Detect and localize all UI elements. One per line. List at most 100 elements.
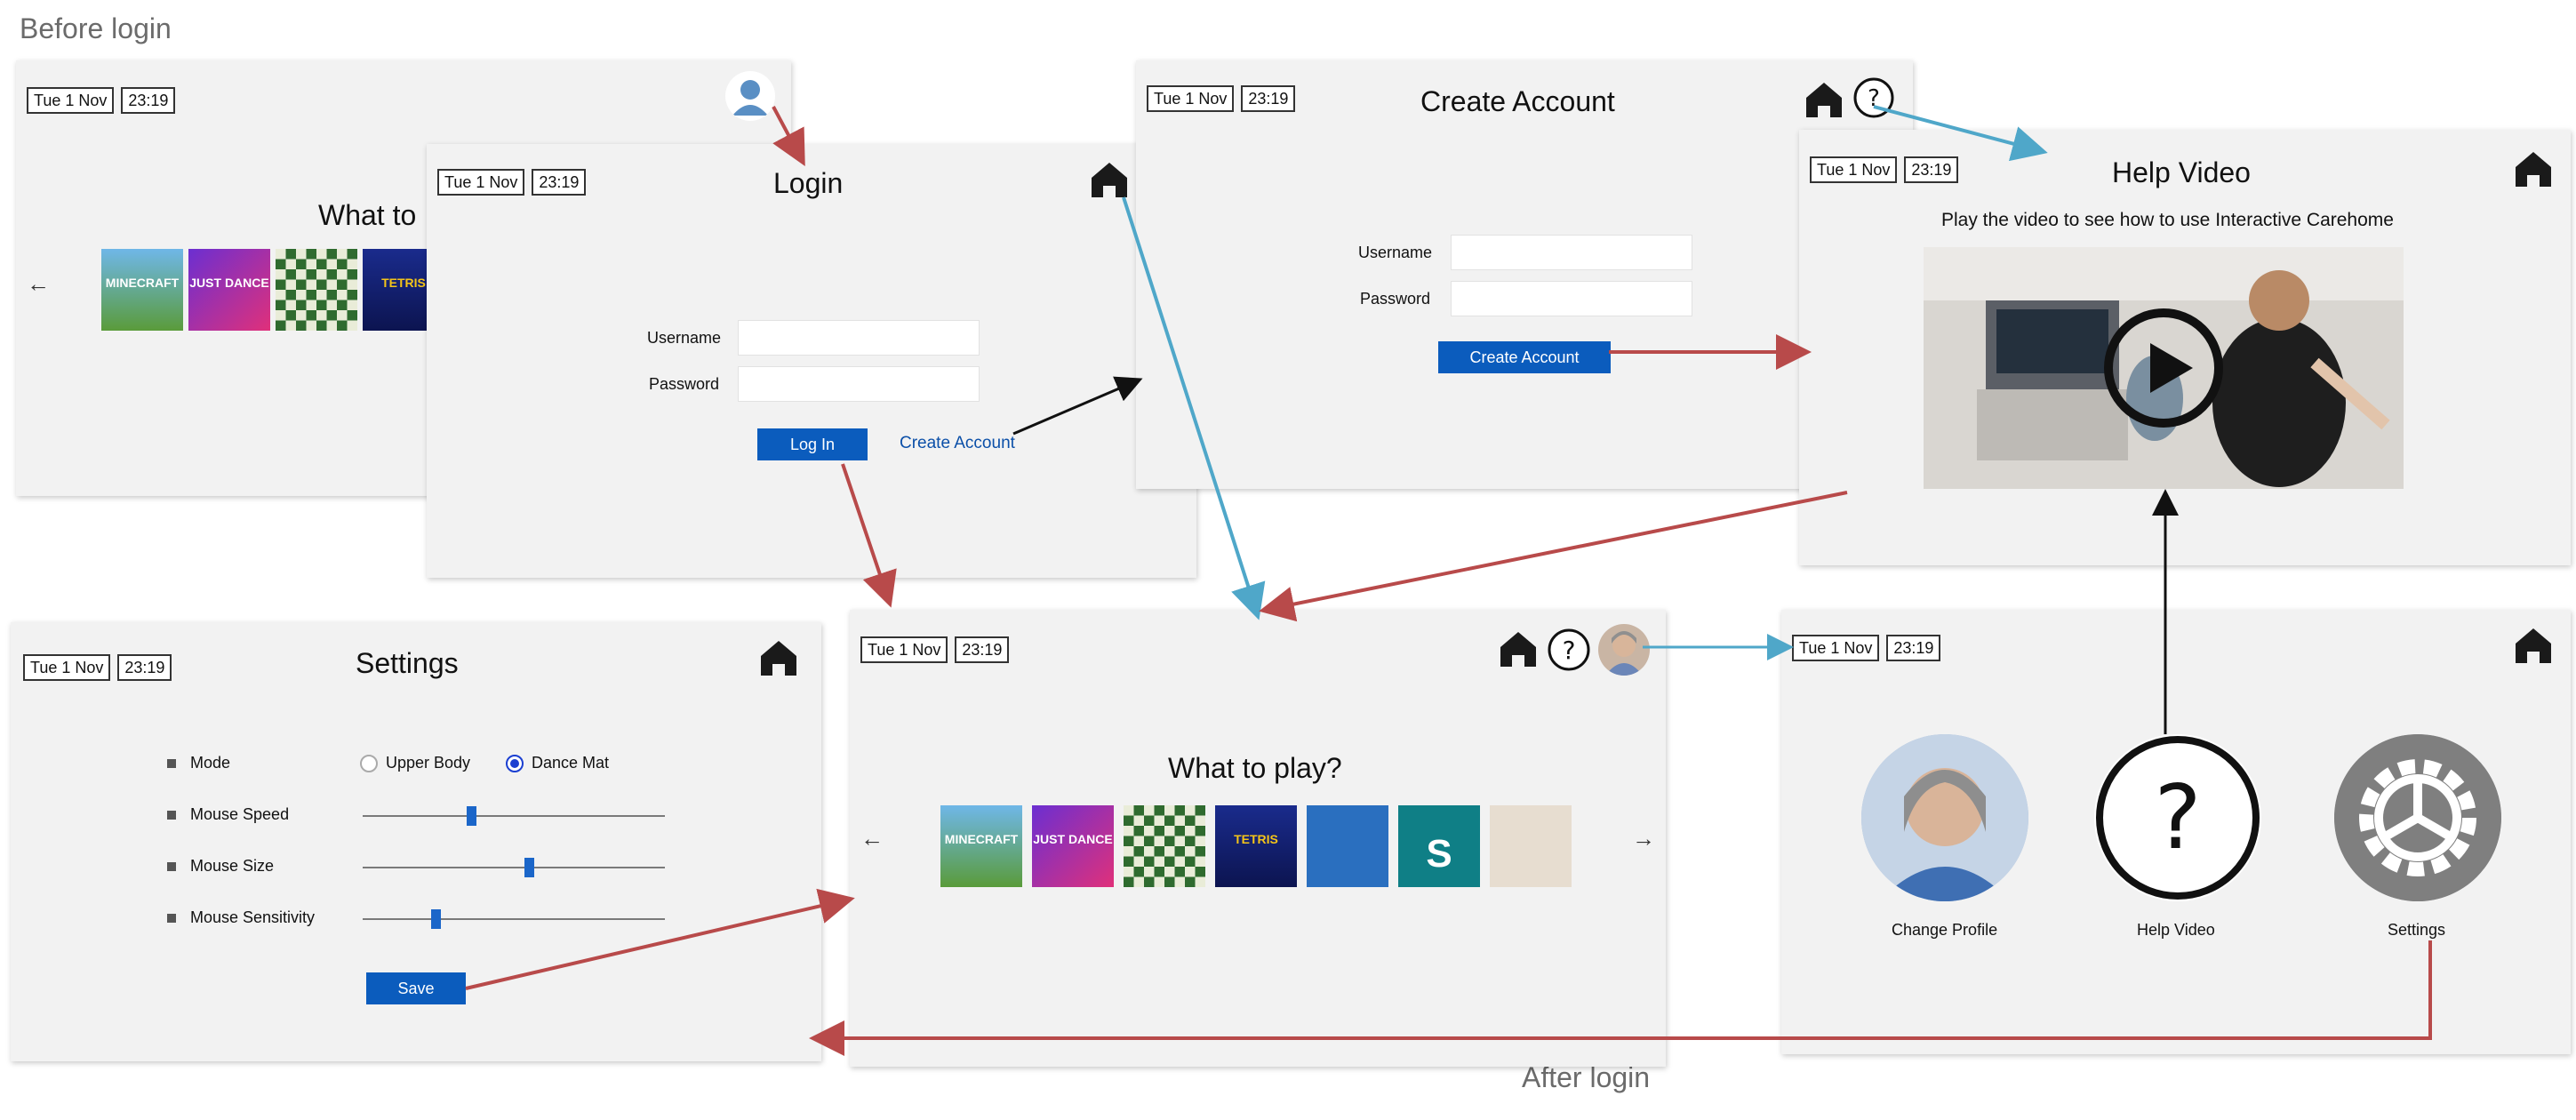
home-icon[interactable] xyxy=(1499,629,1538,673)
username-label: Username xyxy=(647,329,722,347)
settings-screen: Tue 1 Nov 23:19 Settings Mode Upper Body… xyxy=(11,622,821,1061)
dance-mat-label: Dance Mat xyxy=(532,754,610,772)
time-badge: 23:19 xyxy=(955,636,1010,663)
profile-avatar[interactable] xyxy=(1598,624,1650,676)
settings-gear-icon[interactable] xyxy=(2334,734,2501,901)
home-icon[interactable] xyxy=(2514,626,2553,669)
timestamp: Tue 1 Nov 23:19 xyxy=(437,169,587,196)
date-badge: Tue 1 Nov xyxy=(23,654,111,681)
video-subtitle: Play the video to see how to use Interac… xyxy=(1941,210,2394,230)
help-icon[interactable]: ? xyxy=(1852,76,1895,124)
home-icon[interactable] xyxy=(1090,160,1129,204)
home-icon[interactable] xyxy=(1804,80,1844,124)
login-screen: Tue 1 Nov 23:19 Login Username Password … xyxy=(427,144,1196,578)
password-field[interactable] xyxy=(738,366,980,402)
password-field[interactable] xyxy=(1451,281,1692,316)
save-button[interactable]: Save xyxy=(366,972,466,1004)
scroll-left-button[interactable]: ← xyxy=(27,270,50,298)
settings-label[interactable]: Settings xyxy=(2388,921,2445,940)
game-tile[interactable]: JUST DANCE xyxy=(1032,805,1114,887)
home-icon[interactable] xyxy=(759,638,798,682)
date-badge: Tue 1 Nov xyxy=(1147,85,1235,112)
date-badge: Tue 1 Nov xyxy=(860,636,948,663)
scroll-right-button[interactable]: → xyxy=(1632,825,1655,852)
game-tile-label: MINECRAFT xyxy=(944,832,1019,846)
username-label: Username xyxy=(1358,244,1433,261)
row-bullet xyxy=(167,759,176,768)
mouse-size-thumb[interactable] xyxy=(524,858,534,877)
date-badge: Tue 1 Nov xyxy=(437,169,525,196)
login-button[interactable]: Log In xyxy=(757,428,868,460)
svg-text:?: ? xyxy=(2154,765,2201,869)
before-login-caption: Before login xyxy=(20,12,172,44)
mouse-sensitivity-thumb[interactable] xyxy=(430,909,441,929)
page-title: Create Account xyxy=(1420,85,1615,117)
game-tile[interactable] xyxy=(1124,805,1205,887)
date-badge: Tue 1 Nov xyxy=(1792,635,1880,661)
timestamp: Tue 1 Nov 23:19 xyxy=(1792,635,1941,661)
mouse-sensitivity-slider[interactable] xyxy=(363,918,665,920)
timestamp: Tue 1 Nov 23:19 xyxy=(1810,156,1959,183)
upper-body-label: Upper Body xyxy=(386,754,471,772)
time-badge: 23:19 xyxy=(532,169,587,196)
video-player[interactable] xyxy=(1924,247,2404,489)
row-bullet xyxy=(167,914,176,923)
scroll-left-button[interactable]: ← xyxy=(860,825,884,852)
arrow-help-video-to-home xyxy=(1259,491,1848,622)
create-account-screen: Tue 1 Nov 23:19 Create Account ? Usernam… xyxy=(1136,60,1913,489)
game-tile[interactable] xyxy=(1490,805,1572,887)
date-badge: Tue 1 Nov xyxy=(27,87,115,114)
user-icon[interactable] xyxy=(725,71,775,121)
game-tile-label: JUST DANCE xyxy=(189,276,269,290)
game-tile[interactable]: MINECRAFT xyxy=(101,249,183,331)
page-title: Settings xyxy=(356,647,459,679)
page-title: Help Video xyxy=(2112,156,2251,188)
mouse-sensitivity-label: Mouse Sensitivity xyxy=(190,908,316,926)
help-video-screen: Tue 1 Nov 23:19 Help Video Play the vide… xyxy=(1799,130,2571,565)
change-profile-avatar[interactable] xyxy=(1861,734,2028,901)
svg-text:?: ? xyxy=(1563,636,1576,665)
row-bullet xyxy=(167,862,176,871)
date-badge: Tue 1 Nov xyxy=(1810,156,1898,183)
username-field[interactable] xyxy=(1451,235,1692,270)
home-after-login-screen: Tue 1 Nov 23:19 ? What to play? ← → MINE… xyxy=(850,610,1666,1067)
game-tile-label: TETRIS xyxy=(1234,832,1278,846)
page-title: Login xyxy=(773,167,844,199)
upper-body-radio[interactable] xyxy=(359,754,379,778)
timestamp: Tue 1 Nov 23:19 xyxy=(1147,85,1296,112)
time-badge: 23:19 xyxy=(117,654,172,681)
mouse-size-slider[interactable] xyxy=(363,867,665,868)
mouse-speed-label: Mouse Speed xyxy=(190,805,290,823)
game-tile[interactable] xyxy=(276,249,357,331)
mouse-speed-slider[interactable] xyxy=(363,815,665,817)
page-title: What to play? xyxy=(1168,752,1342,784)
menu-screen: Tue 1 Nov 23:19 Change Profile ? Help Vi… xyxy=(1781,610,2571,1054)
time-badge: 23:19 xyxy=(1886,635,1941,661)
timestamp: Tue 1 Nov 23:19 xyxy=(23,654,172,681)
mode-label: Mode xyxy=(190,754,231,772)
svg-text:?: ? xyxy=(1868,85,1880,112)
game-tile-label: MINECRAFT xyxy=(105,276,180,290)
row-bullet xyxy=(167,811,176,820)
game-tile[interactable]: S xyxy=(1398,805,1480,887)
create-account-link[interactable]: Create Account xyxy=(900,434,1015,453)
change-profile-label[interactable]: Change Profile xyxy=(1892,921,1997,940)
create-account-button[interactable]: Create Account xyxy=(1438,341,1611,373)
game-tile[interactable]: TETRIS xyxy=(1215,805,1297,887)
mouse-size-label: Mouse Size xyxy=(190,857,275,875)
game-tile[interactable] xyxy=(1307,805,1388,887)
dance-mat-radio[interactable] xyxy=(505,754,524,778)
play-icon[interactable] xyxy=(2101,306,2226,435)
time-badge: 23:19 xyxy=(121,87,176,114)
help-video-icon[interactable]: ? xyxy=(2094,734,2261,901)
game-tile[interactable]: MINECRAFT xyxy=(940,805,1022,887)
help-icon[interactable]: ? xyxy=(1547,628,1591,676)
home-icon[interactable] xyxy=(2514,149,2553,193)
help-video-label[interactable]: Help Video xyxy=(2137,921,2215,940)
mouse-speed-thumb[interactable] xyxy=(467,806,477,826)
username-field[interactable] xyxy=(738,320,980,356)
game-tile[interactable]: JUST DANCE xyxy=(188,249,270,331)
password-label: Password xyxy=(649,375,720,393)
game-tile-label: S xyxy=(1426,832,1452,876)
time-badge: 23:19 xyxy=(1241,85,1296,112)
